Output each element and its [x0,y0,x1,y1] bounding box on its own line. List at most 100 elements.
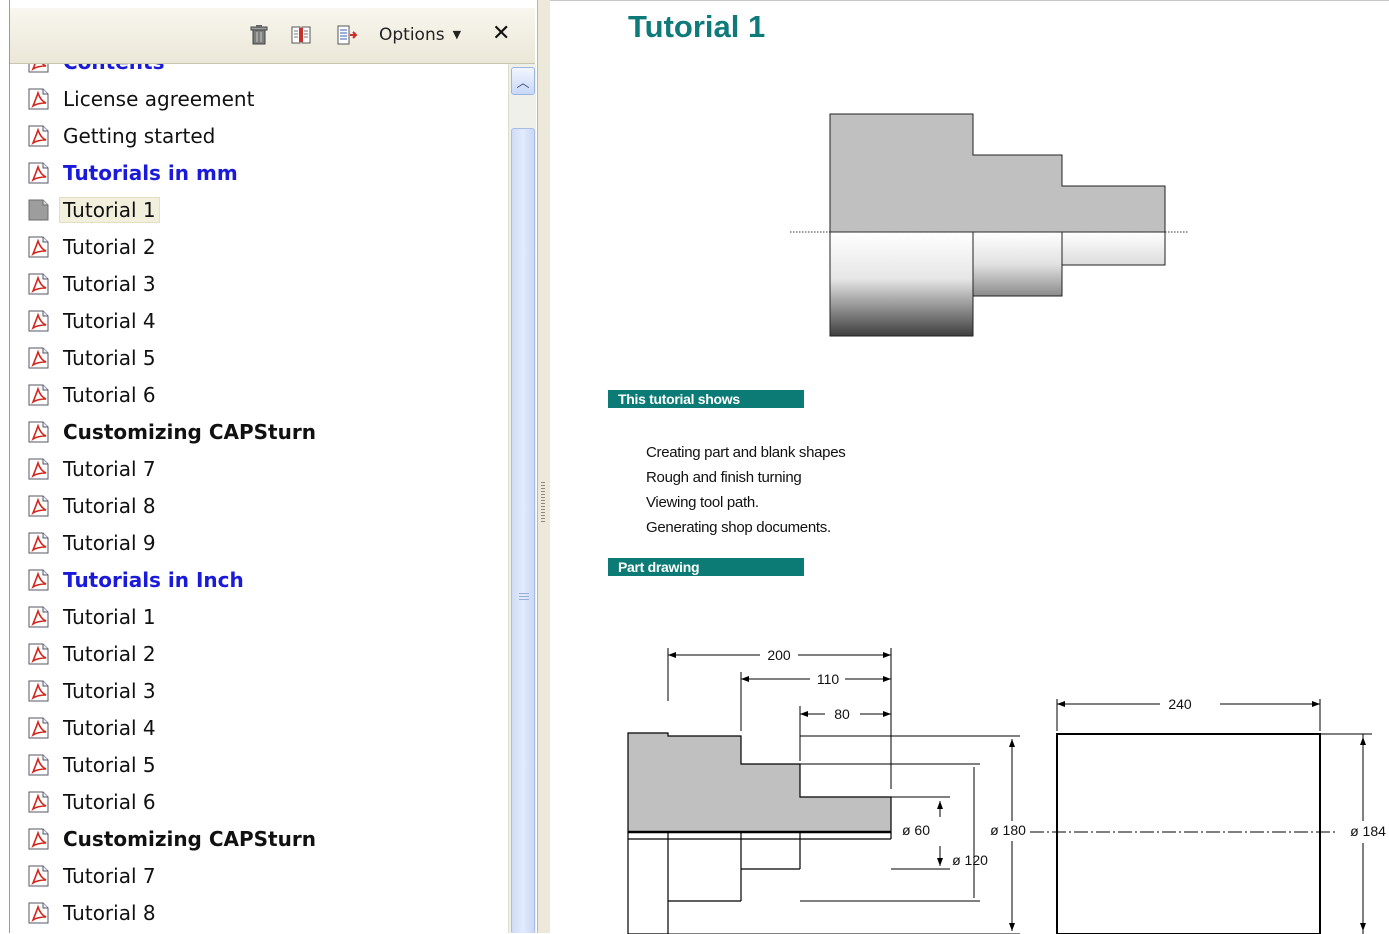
pdf-bookmark-icon [28,458,49,480]
document-view: Tutorial 1 This tutorial shows Creating … [550,0,1389,934]
pdf-bookmark-icon [28,643,49,665]
bookmark-item[interactable]: Tutorial 1 [26,602,156,632]
tutorial-points-list: Creating part and blank shapes Rough and … [646,440,846,540]
bookmark-label: Tutorial 2 [63,642,156,666]
dim-200: 200 [767,647,791,663]
bookmark-item[interactable]: Contents [26,64,164,77]
bookmark-item[interactable]: Tutorial 9 [26,528,156,558]
options-label: Options [379,25,445,45]
close-button[interactable]: ✕ [492,20,510,48]
options-dropdown[interactable]: Options ▼ [379,23,461,47]
pdf-bookmark-icon [28,754,49,776]
pdf-bookmark-icon [28,273,49,295]
section-header-drawing: Part drawing [608,558,804,576]
bookmark-label: Tutorial 8 [63,901,156,925]
bookmark-label: Tutorials in mm [63,161,238,185]
pdf-bookmark-icon [28,495,49,517]
bookmark-item[interactable]: Tutorial 2 [26,232,156,262]
bookmark-label: Tutorial 1 [59,197,160,223]
bookmark-item[interactable]: Customizing CAPSturn [26,824,316,854]
trash-icon[interactable] [248,24,270,46]
pdf-bookmark-icon [28,828,49,850]
scrollbar-thumb[interactable] [511,128,535,933]
bookmark-item[interactable]: Customizing CAPSturn [26,417,316,447]
dim-dia-184: ø 184 [1350,823,1386,839]
bookmarks-toolbar: Options ▼ ✕ [10,8,535,64]
bookmark-label: Tutorial 9 [63,531,156,555]
bookmark-label: Customizing CAPSturn [63,827,316,851]
bookmark-item[interactable]: Tutorials in Inch [26,565,244,595]
bookmark-item[interactable]: Tutorial 2 [26,639,156,669]
pdf-bookmark-icon [28,606,49,628]
bookmark-label: Tutorial 6 [63,383,156,407]
bookmark-label: License agreement [63,87,255,111]
bookmark-item[interactable]: Tutorial 5 [26,750,156,780]
chevron-down-icon: ▼ [452,28,462,41]
bookmark-item[interactable]: Tutorial 4 [26,306,156,336]
pdf-bookmark-icon [28,680,49,702]
pdf-bookmark-icon [28,125,49,147]
pdf-bookmark-icon [28,421,49,443]
bookmark-item[interactable]: Tutorial 5 [26,343,156,373]
vertical-scrollbar[interactable]: ︿ [508,64,536,933]
bookmark-label: Tutorial 5 [63,753,156,777]
bookmark-item[interactable]: Tutorial 3 [26,269,156,299]
bookmarks-pane: Options ▼ ✕ Contents License agreement Gett… [0,0,537,933]
bookmark-label: Tutorial 8 [63,494,156,518]
tutorial-point: Generating shop documents. [646,519,831,536]
bookmark-item[interactable]: License agreement [26,84,254,114]
dim-240: 240 [1168,696,1192,712]
bookmark-label: Tutorial 7 [63,457,156,481]
scroll-up-button[interactable]: ︿ [511,67,535,95]
bookmark-item[interactable]: Tutorial 7 [26,454,156,484]
bookmark-item[interactable]: Tutorial 8 [26,491,156,521]
bookmark-label: Tutorials in Inch [63,568,244,592]
bookmark-label: Getting started [63,124,216,148]
dim-dia-120: ø 120 [952,852,988,868]
dim-110: 110 [817,671,840,687]
dim-dia-60: ø 60 [902,822,930,838]
bookmark-label: Tutorial 4 [63,309,156,333]
bookmark-label: Tutorial 2 [63,235,156,259]
bookmark-item[interactable]: Tutorial 6 [26,787,156,817]
tutorial-point: Viewing tool path. [646,494,759,511]
bookmark-label: Tutorial 7 [63,864,156,888]
dim-dia-180: ø 180 [990,822,1026,838]
bookmark-label: Tutorial 3 [63,272,156,296]
bookmark-item[interactable]: Tutorial 4 [26,713,156,743]
bookmark-item[interactable]: Tutorial 8 [26,898,156,928]
bookmark-item[interactable]: Tutorial 6 [26,380,156,410]
bookmark-list: Contents License agreement Getting started… [10,64,508,933]
bookmark-item[interactable]: Getting started [26,121,215,151]
pdf-bookmark-icon [28,236,49,258]
scrollbar-grip [519,593,529,602]
bookmark-label: Tutorial 5 [63,346,156,370]
bookmark-label: Tutorial 1 [63,605,156,629]
bookmark-label: Tutorial 4 [63,716,156,740]
bookmark-label: Tutorial 3 [63,679,156,703]
tutorial-point: Rough and finish turning [646,469,802,486]
bookmark-item[interactable]: Tutorials in mm [26,158,238,188]
bookmark-item[interactable]: Tutorial 1 [26,195,160,225]
bookmark-page-icon [28,199,49,221]
part-illustration [790,113,1188,337]
new-bookmark-icon[interactable] [336,24,358,46]
part-drawing: 200 110 80 240 ø 60 ø 120 ø 180 ø 184 [627,647,1386,934]
pdf-bookmark-icon [28,902,49,924]
pdf-bookmark-icon [28,64,49,73]
page-title: Tutorial 1 [628,9,766,44]
bookmark-item[interactable]: Tutorial 7 [26,861,156,891]
bookmark-label: Contents [63,64,164,74]
tutorial-point: Creating part and blank shapes [646,444,846,461]
pdf-bookmark-icon [28,791,49,813]
chevron-up-icon: ︿ [516,75,530,91]
section-header-shows: This tutorial shows [608,390,804,408]
bookmark-label: Tutorial 6 [63,790,156,814]
pdf-bookmark-icon [28,569,49,591]
pdf-bookmark-icon [28,310,49,332]
expand-bookmark-icon[interactable] [290,24,312,46]
pane-splitter[interactable] [537,0,551,933]
pdf-bookmark-icon [28,532,49,554]
bookmark-item[interactable]: Tutorial 3 [26,676,156,706]
pdf-bookmark-icon [28,717,49,739]
